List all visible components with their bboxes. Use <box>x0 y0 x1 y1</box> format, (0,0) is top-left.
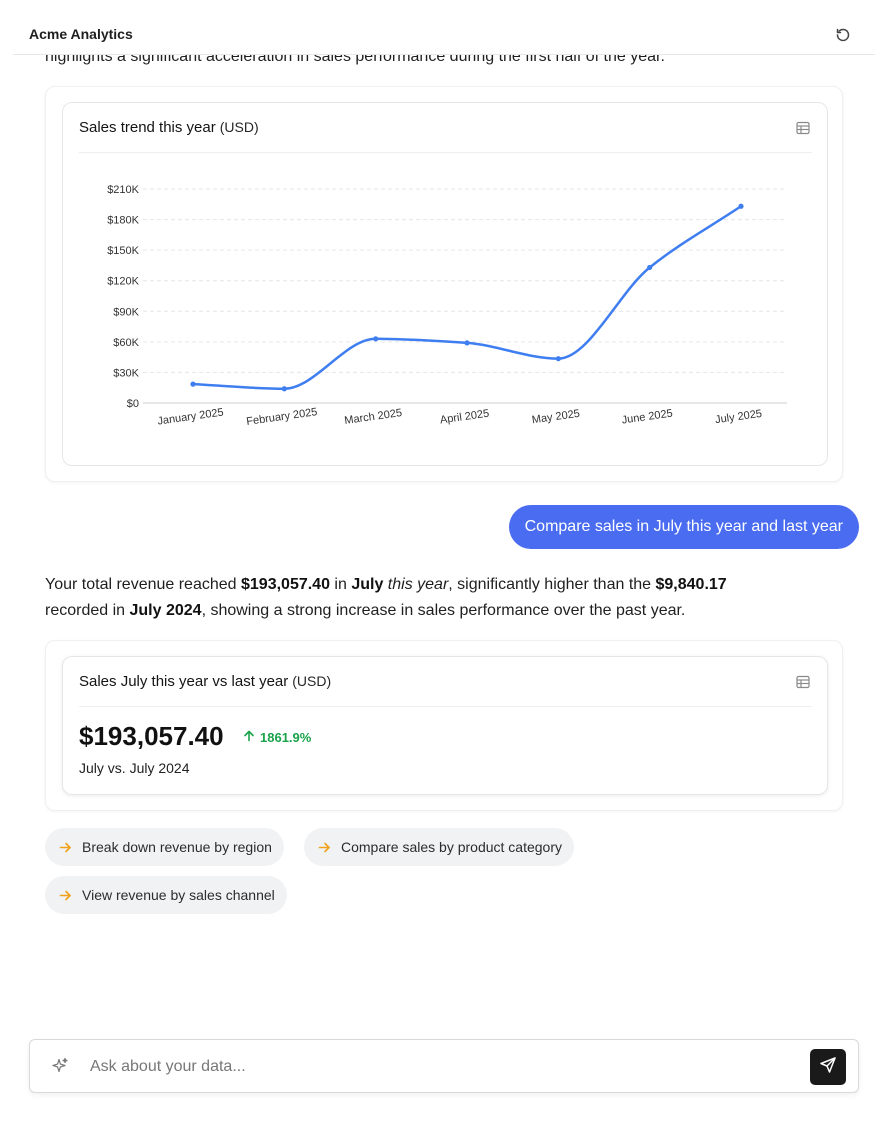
suggestion-chip-category[interactable]: Compare sales by product category <box>304 828 574 866</box>
metric-delta: 1861.9% <box>243 730 311 745</box>
sales-trend-line-chart: $0 $30K $60K $90K $120K $150K $180K $210K Janua… <box>107 184 787 428</box>
y-tick-label: $210K <box>107 184 139 196</box>
suggestion-chip-channel[interactable]: View revenue by sales channel <box>45 876 287 914</box>
chart-data-point <box>738 203 744 209</box>
trend-chart-unit: (USD) <box>219 119 259 135</box>
chart-grid <box>143 188 787 404</box>
metric-card-title-text: Sales July this year vs last year <box>79 673 289 690</box>
chart-y-axis: $0 $30K $60K $90K $120K $150K $180K $210K <box>107 184 139 410</box>
answer-text: Your total revenue reached <box>45 576 241 593</box>
send-icon <box>819 1056 837 1079</box>
y-tick-label: $180K <box>107 215 139 227</box>
chat-input[interactable] <box>90 1052 790 1082</box>
x-tick-label: March 2025 <box>344 407 403 427</box>
answer-text: , significantly higher than the <box>448 576 656 593</box>
x-tick-label: February 2025 <box>246 406 319 428</box>
x-tick-label: May 2025 <box>531 408 581 427</box>
metric-card-header: Sales July this year vs last year (USD) <box>79 657 812 707</box>
metric-panel: Sales July this year vs last year (USD) $… <box>62 656 828 795</box>
arrow-right-icon <box>316 839 332 855</box>
y-tick-label: $90K <box>113 306 139 318</box>
y-tick-label: $0 <box>127 398 139 410</box>
answer-text: recorded in <box>45 602 130 619</box>
sparkle-icon <box>50 1056 70 1076</box>
suggestion-label: Break down revenue by region <box>82 839 272 855</box>
arrow-up-icon <box>243 730 255 745</box>
chart-data-point <box>373 336 379 342</box>
answer-text: , showing a strong increase in sales per… <box>201 602 686 619</box>
assistant-answer: Your total revenue reached $193,057.40 i… <box>45 572 845 624</box>
x-tick-label: June 2025 <box>621 408 674 427</box>
metric-card: Sales July this year vs last year (USD) $… <box>45 640 843 811</box>
refresh-icon[interactable] <box>833 25 853 45</box>
answer-this-year: this year <box>387 576 449 593</box>
metric-value: $193,057.40 <box>79 721 224 751</box>
app-title: Acme Analytics <box>29 25 133 42</box>
answer-prev-amount: $9,840.17 <box>655 576 727 593</box>
chat-composer <box>29 1039 859 1093</box>
trend-chart-title-text: Sales trend this year <box>79 119 216 136</box>
trend-chart-title: Sales trend this year (USD) <box>79 119 259 136</box>
chart-series-line <box>192 205 742 390</box>
answer-amount: $193,057.40 <box>241 576 330 593</box>
y-tick-label: $30K <box>113 367 139 379</box>
app-header: Acme Analytics <box>13 15 875 55</box>
x-tick-label: July 2025 <box>714 408 762 426</box>
table-icon[interactable] <box>794 673 812 691</box>
answer-text: in <box>329 576 352 593</box>
chart-data-point <box>190 381 196 387</box>
arrow-right-icon <box>57 839 73 855</box>
x-tick-label: April 2025 <box>439 408 490 427</box>
trend-chart-card: Sales trend this year (USD) $0 $30K $60K $90… <box>45 86 843 482</box>
trend-chart-panel: Sales trend this year (USD) $0 $30K $60K $90… <box>62 102 828 466</box>
answer-prev-period: July 2024 <box>129 602 202 619</box>
suggestion-chip-region[interactable]: Break down revenue by region <box>45 828 284 866</box>
chart-data-point <box>555 356 561 362</box>
chart-data-point <box>464 340 470 346</box>
suggestion-label: View revenue by sales channel <box>82 887 275 903</box>
chart-x-axis: January 2025 February 2025 March 2025 April… <box>157 406 763 428</box>
send-button[interactable] <box>810 1049 846 1085</box>
metric-delta-value: 1861.9% <box>260 730 312 745</box>
y-tick-label: $120K <box>107 276 139 288</box>
arrow-right-icon <box>57 887 73 903</box>
metric-card-unit: (USD) <box>292 673 332 689</box>
x-tick-label: January 2025 <box>157 406 225 427</box>
metric-card-title: Sales July this year vs last year (USD) <box>79 673 331 690</box>
metric-comparison-label: July vs. July 2024 <box>79 760 190 776</box>
chart-points <box>190 203 744 392</box>
y-tick-label: $150K <box>107 245 139 257</box>
answer-month: July <box>351 576 384 593</box>
trend-chart-header: Sales trend this year (USD) <box>79 103 812 153</box>
table-icon[interactable] <box>794 119 812 137</box>
user-message-bubble[interactable]: Compare sales in July this year and last… <box>508 505 859 549</box>
y-tick-label: $60K <box>113 337 139 349</box>
chart-data-point <box>647 264 653 271</box>
suggestion-label: Compare sales by product category <box>341 839 562 855</box>
chart-data-point <box>281 386 287 392</box>
